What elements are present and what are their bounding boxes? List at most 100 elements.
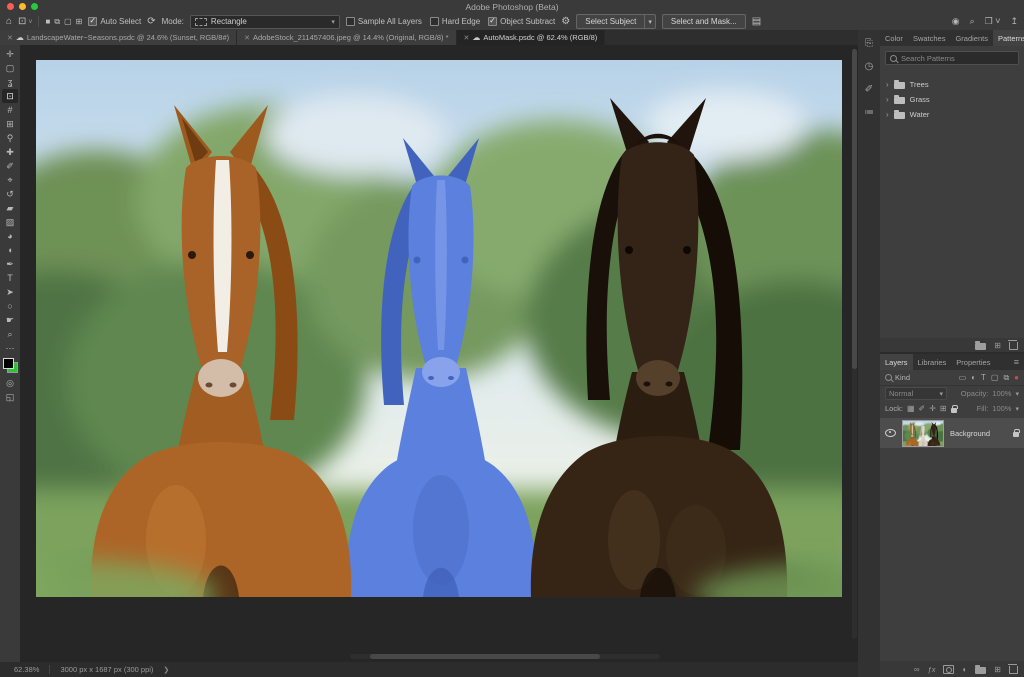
shape-tool[interactable]: ○: [2, 299, 18, 313]
checkbox-icon[interactable]: [430, 17, 439, 26]
eyedropper-tool[interactable]: ⚲: [2, 131, 18, 145]
panel-toggle-icon[interactable]: ▤: [752, 17, 761, 27]
panel-tab-gradients[interactable]: Gradients: [950, 30, 993, 46]
add-layer-mask-icon[interactable]: [943, 665, 954, 674]
dodge-tool[interactable]: ◖: [2, 243, 18, 257]
adjustment-layer-icon[interactable]: ◐: [962, 665, 967, 674]
filter-kind-dropdown[interactable]: Kind: [895, 373, 910, 382]
panel-menu-icon[interactable]: ≡: [1014, 354, 1024, 370]
subtract-from-selection-icon[interactable]: ▢: [64, 17, 72, 27]
delete-layer-icon[interactable]: [1009, 666, 1018, 674]
panel-tab-swatches[interactable]: Swatches: [908, 30, 951, 46]
mode-dropdown[interactable]: Rectangle ▾: [190, 15, 340, 29]
gradient-tool[interactable]: ▨: [2, 215, 18, 229]
option-checkbox[interactable]: Object Subtract: [488, 17, 555, 26]
clone-source-panel-icon[interactable]: ⎘: [865, 38, 873, 49]
eraser-tool[interactable]: ▰: [2, 201, 18, 215]
link-layers-icon[interactable]: ∞: [914, 665, 920, 674]
brushes-panel-icon[interactable]: ✐: [865, 84, 873, 95]
panel-tab-patterns[interactable]: Patterns: [993, 30, 1024, 46]
document-tab[interactable]: ✕ ☁ AutoMask.psdc @ 62.4% (RGB/8): [457, 30, 606, 45]
disclosure-triangle-icon[interactable]: ›: [886, 110, 889, 119]
delete-icon[interactable]: [1009, 342, 1018, 350]
document-tab[interactable]: ✕ ☁ AdobeStock_211457406.jpeg @ 14.4% (O…: [237, 30, 456, 45]
tool-presets-panel-icon[interactable]: ≔: [864, 107, 874, 118]
layer-visibility-eye-icon[interactable]: [885, 429, 896, 437]
new-pattern-icon[interactable]: ⊞: [994, 341, 1001, 350]
history-brush-tool[interactable]: ↺: [2, 187, 18, 201]
disclosure-triangle-icon[interactable]: ›: [886, 80, 889, 89]
lock-transparent-pixels-icon[interactable]: ▦: [907, 404, 915, 413]
new-group-icon[interactable]: [975, 343, 986, 350]
hand-tool[interactable]: ☛: [2, 313, 18, 327]
filter-on-toggle-icon[interactable]: ●: [1014, 373, 1019, 382]
move-tool[interactable]: ✛: [2, 47, 18, 61]
workspace-switcher-icon[interactable]: ❐ ˅: [985, 16, 1001, 27]
foreground-color-swatch[interactable]: [3, 358, 14, 369]
path-selection-tool[interactable]: ➤: [2, 285, 18, 299]
panel-tab-properties[interactable]: Properties: [951, 354, 995, 370]
lock-image-pixels-icon[interactable]: ✐: [919, 404, 926, 413]
edit-toolbar-more[interactable]: ⋯: [2, 341, 18, 355]
pen-tool[interactable]: ✒: [2, 257, 18, 271]
disclosure-triangle-icon[interactable]: ›: [886, 95, 889, 104]
panel-tab-layers[interactable]: Layers: [880, 354, 913, 370]
search-patterns-input[interactable]: Search Patterns: [885, 51, 1019, 65]
document-tab[interactable]: ✕ ☁ LandscapeWater~Seasons.psdc @ 24.6% …: [0, 30, 237, 45]
horizontal-scrollbar[interactable]: [350, 654, 660, 659]
intersect-selection-icon[interactable]: ⊞: [76, 17, 83, 27]
select-and-mask-button[interactable]: Select and Mask...: [662, 14, 746, 29]
lasso-tool[interactable]: ʓ: [2, 75, 18, 89]
home-icon[interactable]: ⌂: [6, 17, 12, 27]
close-tab-icon[interactable]: ✕: [464, 34, 470, 42]
gear-icon[interactable]: ⚙: [561, 17, 570, 27]
select-subject-button[interactable]: Select Subject: [576, 14, 645, 29]
frame-tool[interactable]: ⊞: [2, 117, 18, 131]
share-icon[interactable]: ↥: [1010, 16, 1018, 27]
clone-stamp-tool[interactable]: ⌖: [2, 173, 18, 187]
select-subject-caret[interactable]: ▾: [645, 14, 656, 29]
checkbox-icon[interactable]: [488, 17, 497, 26]
layer-effects-icon[interactable]: ƒx: [928, 665, 936, 674]
filter-pixel-layers-icon[interactable]: ▭: [959, 373, 967, 382]
canvas-area[interactable]: [20, 45, 858, 662]
panel-tab-color[interactable]: Color: [880, 30, 908, 46]
lock-all-icon[interactable]: [951, 408, 957, 413]
color-swatches[interactable]: [3, 358, 18, 373]
filter-shape-layers-icon[interactable]: ▢: [991, 373, 999, 382]
fill-value[interactable]: 100%: [992, 404, 1011, 413]
refresh-icon[interactable]: ⟳: [147, 17, 155, 27]
lock-position-icon[interactable]: ✛: [929, 404, 936, 413]
lock-artboard-icon[interactable]: ⊞: [940, 404, 947, 413]
option-checkbox[interactable]: Hard Edge: [430, 17, 480, 26]
healing-brush-tool[interactable]: ✚: [2, 145, 18, 159]
auto-select-checkbox[interactable]: Auto Select: [88, 17, 141, 26]
history-panel-icon[interactable]: ◷: [865, 61, 874, 72]
crop-tool[interactable]: #: [2, 103, 18, 117]
new-group-icon[interactable]: [975, 667, 986, 674]
document-canvas[interactable]: [36, 60, 842, 597]
filter-adjustment-layers-icon[interactable]: ◐: [971, 373, 976, 382]
checkbox-icon[interactable]: [346, 17, 355, 26]
brush-tool[interactable]: ✐: [2, 159, 18, 173]
add-to-selection-icon[interactable]: ⧉: [54, 17, 60, 27]
close-tab-icon[interactable]: ✕: [7, 34, 13, 42]
status-options-arrow[interactable]: ❯: [163, 666, 169, 674]
checkbox-icon[interactable]: [88, 17, 97, 26]
filter-type-layers-icon[interactable]: T: [981, 373, 986, 382]
marquee-tool[interactable]: ▢: [2, 61, 18, 75]
layer-row[interactable]: Background: [880, 418, 1024, 448]
vertical-scrollbar-thumb[interactable]: [852, 49, 857, 369]
new-selection-icon[interactable]: ■: [45, 17, 50, 27]
type-tool[interactable]: T: [2, 271, 18, 285]
pattern-group-water[interactable]: › Water: [880, 107, 1024, 122]
blur-tool[interactable]: ◕: [2, 229, 18, 243]
zoom-tool[interactable]: ⌕: [2, 327, 18, 341]
opacity-value[interactable]: 100%: [992, 389, 1011, 398]
horizontal-scrollbar-thumb[interactable]: [370, 654, 600, 659]
account-icon[interactable]: ◉: [952, 16, 960, 27]
search-icon[interactable]: ⌕: [970, 16, 975, 27]
close-tab-icon[interactable]: ✕: [244, 34, 250, 42]
screen-mode-tool[interactable]: ◱: [2, 390, 18, 404]
pattern-group-trees[interactable]: › Trees: [880, 77, 1024, 92]
